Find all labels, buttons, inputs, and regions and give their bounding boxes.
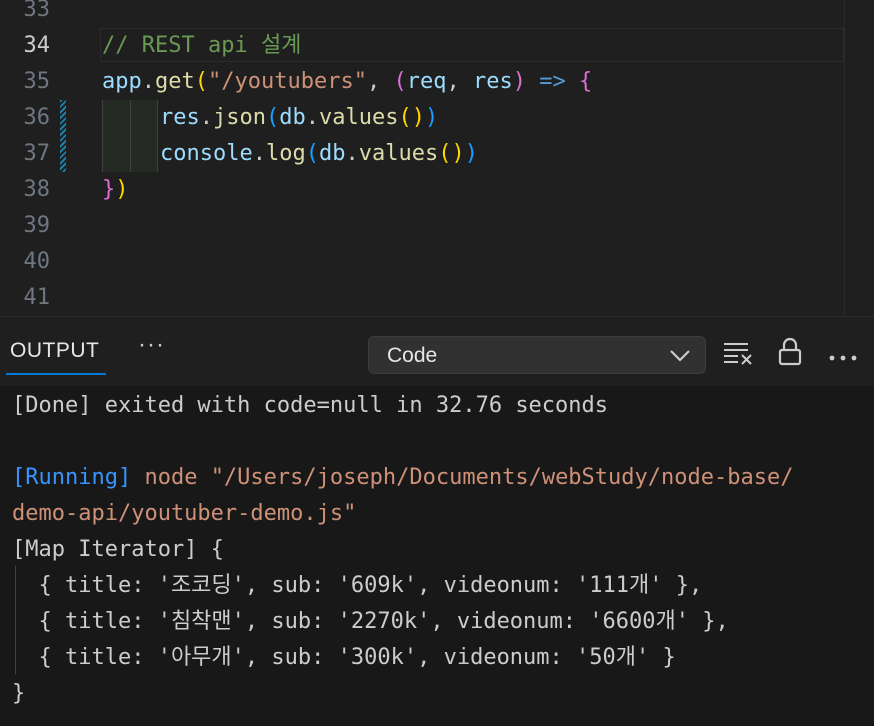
code-line[interactable]: 39	[0, 208, 844, 244]
line-number: 37	[23, 141, 51, 166]
code-editor[interactable]: 33 34 // REST api 설계 35 app.get("/youtub…	[0, 0, 874, 316]
code-line[interactable]: 33	[0, 0, 844, 28]
running-command: node "/Users/joseph/Documents/webStudy/n…	[131, 465, 794, 490]
panel-header: OUTPUT ··· Code	[0, 316, 874, 386]
output-channel-value: Code	[387, 344, 438, 367]
running-tag: [Running]	[12, 465, 132, 490]
output-line: { title: '조코딩', sub: '609k', videonum: '…	[12, 573, 703, 598]
output-line: demo-api/youtuber-demo.js"	[12, 501, 357, 526]
line-number: 40	[23, 249, 51, 274]
code-line[interactable]: 40	[0, 244, 844, 280]
output-line: [Done] exited with code=null in 32.76 se…	[12, 393, 609, 418]
line-number: 36	[23, 105, 51, 130]
minimap[interactable]	[844, 0, 874, 316]
output-line: { title: '침착맨', sub: '2270k', videonum: …	[12, 609, 729, 634]
more-actions-icon[interactable]	[828, 347, 858, 366]
code-line[interactable]: 34 // REST api 설계	[0, 28, 844, 64]
active-tab-indicator	[6, 373, 106, 375]
code-line[interactable]: 36 res.json(db.values())	[0, 100, 844, 136]
output-log[interactable]: [Done] exited with code=null in 32.76 se…	[0, 386, 874, 726]
output-line: [Map Iterator] {	[12, 537, 224, 562]
code-line[interactable]: 35 app.get("/youtubers", (req, res) => {	[0, 64, 844, 100]
line-number: 38	[23, 177, 51, 202]
line-number: 34	[23, 33, 51, 58]
line-number: 33	[23, 0, 51, 22]
output-line: [Running] node "/Users/joseph/Documents/…	[12, 460, 793, 496]
output-channel-select[interactable]: Code	[368, 336, 706, 374]
code-line[interactable]: 37 console.log(db.values())	[0, 136, 844, 172]
output-line: }	[12, 681, 26, 706]
code-line[interactable]: 41	[0, 280, 844, 316]
clear-output-icon[interactable]	[722, 339, 754, 371]
more-tabs-button[interactable]: ···	[138, 331, 165, 359]
output-line: { title: '아무개', sub: '300k', videonum: '…	[12, 645, 676, 670]
code-text: })	[102, 177, 129, 202]
code-text: res.json(db.values())	[160, 105, 439, 130]
lock-icon[interactable]	[776, 337, 804, 371]
chevron-down-icon	[669, 347, 691, 367]
code-comment: // REST api 설계	[102, 33, 302, 58]
line-number: 39	[23, 213, 51, 238]
tab-output[interactable]: OUTPUT	[10, 339, 99, 363]
line-number: 41	[23, 285, 51, 310]
code-text: console.log(db.values())	[160, 141, 478, 166]
code-text: app.get("/youtubers", (req, res) => {	[102, 69, 593, 94]
code-line[interactable]: 38 })	[0, 172, 844, 208]
line-number: 35	[23, 69, 51, 94]
